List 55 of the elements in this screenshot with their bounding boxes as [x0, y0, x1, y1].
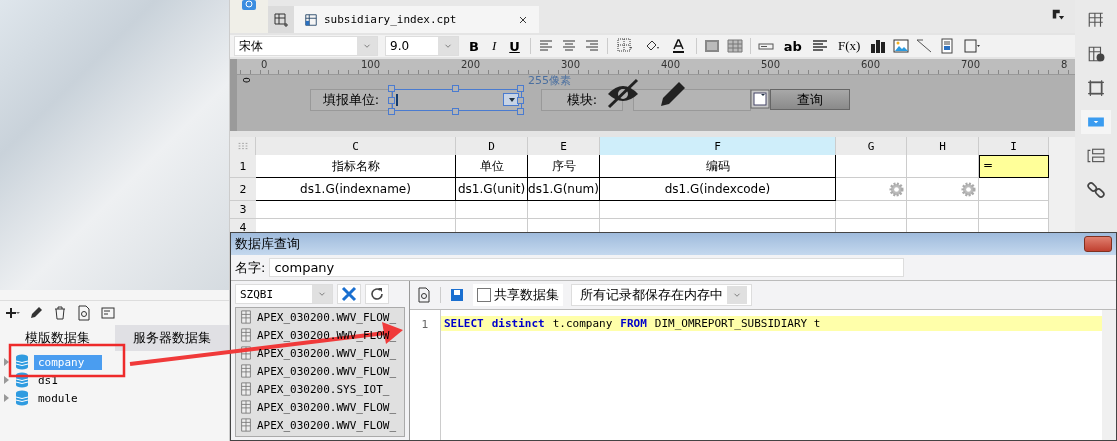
- table-cell[interactable]: 单位: [456, 155, 528, 178]
- ruler-label: 600: [861, 59, 881, 70]
- table-item[interactable]: APEX_030200.WWV_FLOW_: [257, 346, 397, 360]
- table-cell[interactable]: ds1.G(indexcode): [600, 178, 836, 201]
- dialog-title: 数据库查询: [235, 235, 300, 253]
- storage-mode-dropdown[interactable]: 所有记录都保存在内存中: [571, 284, 752, 306]
- dataset-tab[interactable]: 服务器数据集: [114, 325, 229, 351]
- font-size-dropdown[interactable]: 9.0: [385, 36, 459, 56]
- ruler-label: 400: [661, 59, 681, 70]
- name-field[interactable]: company: [269, 258, 905, 277]
- column-header[interactable]: H: [907, 137, 979, 155]
- table-item[interactable]: APEX_030200.WWV_FLOW_: [257, 400, 397, 414]
- ruler-label: 200: [461, 59, 481, 70]
- column-header[interactable]: F: [600, 137, 836, 155]
- format-button[interactable]: B: [466, 38, 482, 54]
- ruler-label: 300: [561, 59, 581, 70]
- width-hint: 255像素: [528, 75, 571, 87]
- dataset-item[interactable]: module: [34, 390, 82, 406]
- table-cell[interactable]: ds1.G(indexname): [256, 178, 456, 201]
- ruler-label: 700: [961, 59, 981, 70]
- table-cell[interactable]: 指标名称: [256, 155, 456, 178]
- ruler-label: 0: [261, 59, 268, 70]
- font-dropdown[interactable]: 宋体: [234, 36, 378, 56]
- line-number: 1: [420, 318, 430, 331]
- row-header[interactable]: 1: [230, 155, 256, 178]
- column-header[interactable]: I: [979, 137, 1049, 155]
- row-header[interactable]: 3: [230, 201, 256, 219]
- table-item[interactable]: APEX_030200.SYS_IOT_: [257, 382, 390, 396]
- table-cell[interactable]: 序号: [528, 155, 600, 178]
- connection-dropdown[interactable]: SZQBI: [235, 284, 333, 304]
- parameter-label: 模块:: [541, 89, 623, 111]
- column-header[interactable]: E: [528, 137, 600, 155]
- table-cell[interactable]: ds1.G(num): [528, 178, 600, 201]
- query-button[interactable]: 查询: [770, 89, 850, 110]
- text-tool[interactable]: ab: [780, 38, 805, 54]
- row-header[interactable]: 2: [230, 178, 256, 201]
- share-dataset-checkbox[interactable]: 共享数据集: [473, 284, 563, 306]
- formula-tool[interactable]: F(x): [834, 38, 864, 54]
- format-button[interactable]: I: [488, 38, 500, 54]
- table-item[interactable]: APEX_030200.WWV_FLOW_: [257, 418, 397, 432]
- table-item[interactable]: APEX_030200.WWV_FLOW_: [257, 310, 397, 324]
- table-cell[interactable]: ds1.G(unit): [456, 178, 528, 201]
- name-label: 名字:: [235, 258, 266, 277]
- ruler-label: 0: [240, 77, 251, 83]
- column-header[interactable]: G: [836, 137, 907, 155]
- column-header[interactable]: D: [456, 137, 528, 155]
- format-button[interactable]: U: [506, 38, 523, 54]
- ruler-label: 500: [761, 59, 781, 70]
- table-cell[interactable]: 编码: [600, 155, 836, 178]
- ruler-label: 100: [361, 59, 381, 70]
- column-header[interactable]: C: [256, 137, 456, 155]
- table-item[interactable]: APEX_030200.WWV_FLOW_: [257, 364, 397, 378]
- ruler-label: 8: [1061, 59, 1068, 70]
- table-cell[interactable]: =: [979, 155, 1049, 178]
- parameter-label: 填报单位:: [310, 89, 392, 111]
